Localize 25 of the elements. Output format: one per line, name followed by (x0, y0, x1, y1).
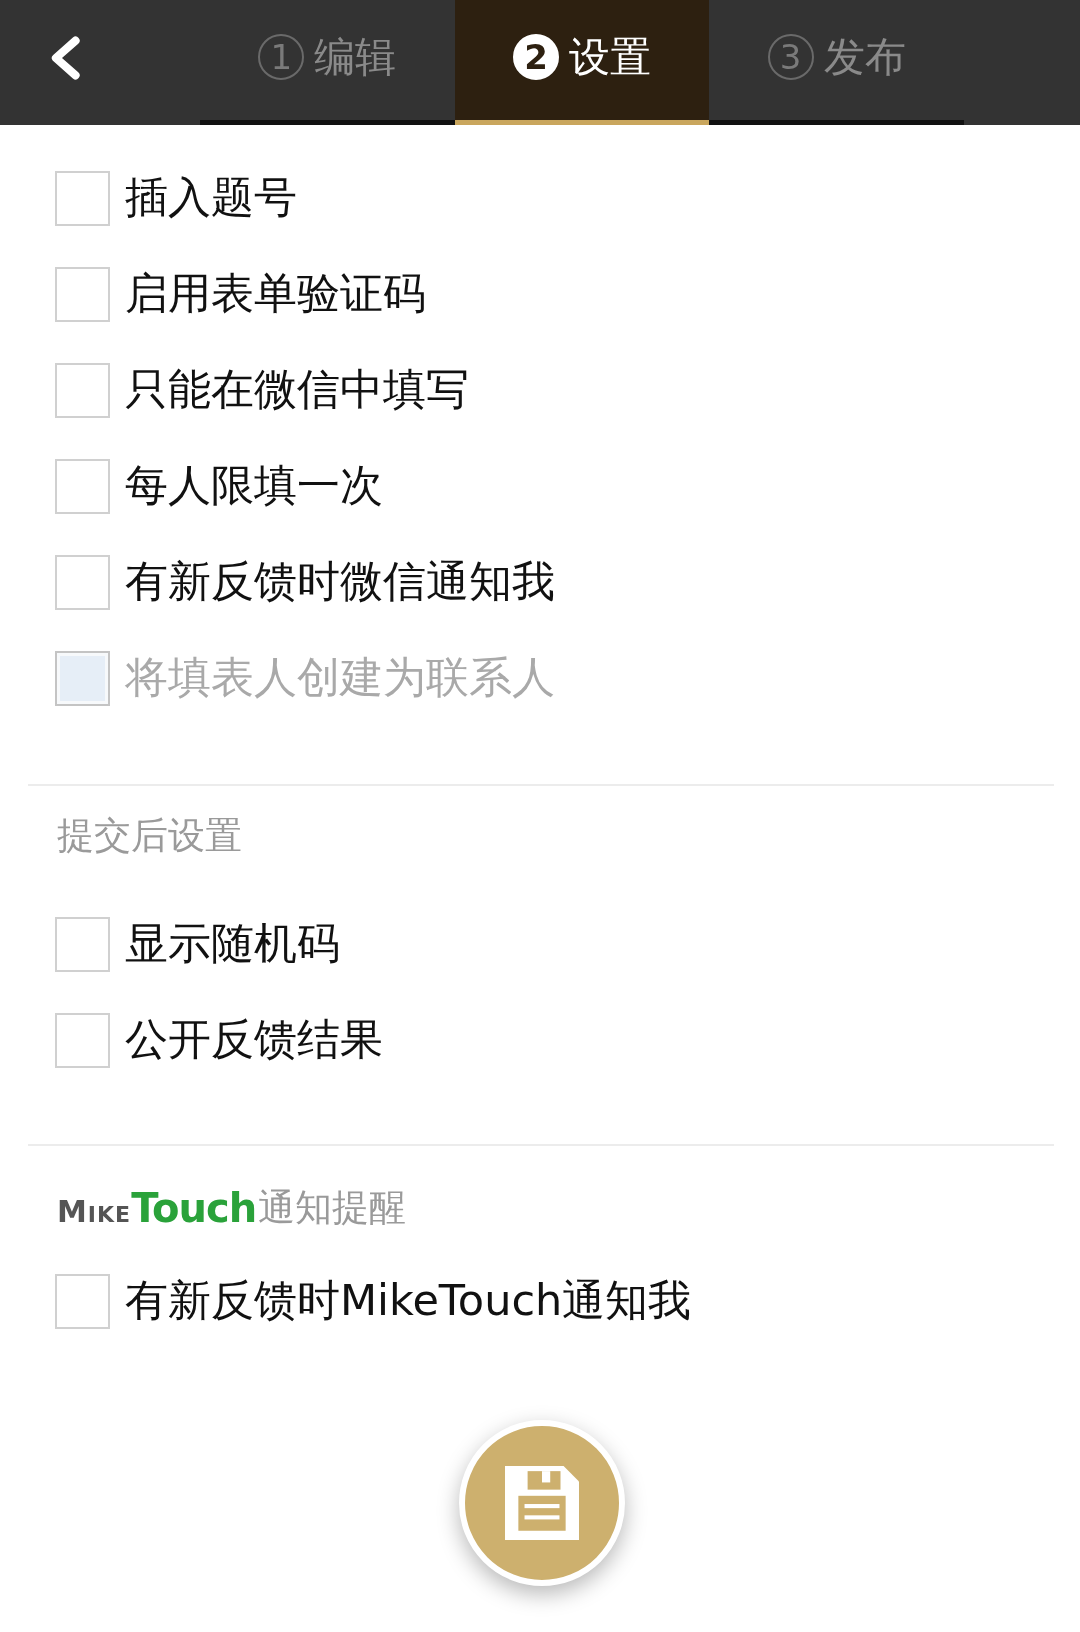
option-label: 每人限填一次 (125, 459, 383, 512)
option-label: 将填表人创建为联系人 (125, 651, 555, 704)
brand-logo: MIKETouch (57, 1188, 257, 1232)
checkbox[interactable] (55, 266, 110, 322)
checkbox[interactable] (55, 458, 110, 514)
option-label: 有新反馈时MikeTouch通知我 (125, 1274, 692, 1327)
section-title: 提交后设置 (57, 813, 242, 859)
checkbox[interactable] (55, 554, 110, 610)
step-number: 3 (767, 34, 814, 80)
checkbox[interactable] (55, 916, 110, 972)
step-tab[interactable]: 2 设置 (454, 0, 710, 125)
save-icon (505, 1466, 579, 1540)
option-label: 插入题号 (125, 171, 297, 224)
checkbox[interactable] (55, 170, 110, 226)
option-label: 公开反馈结果 (125, 1013, 383, 1066)
checkbox[interactable] (55, 1273, 110, 1329)
step-number: 2 (513, 34, 559, 80)
section-title: 通知提醒 (258, 1185, 407, 1231)
checkbox[interactable] (55, 362, 110, 418)
option-label: 显示随机码 (125, 917, 340, 970)
option-label: 只能在微信中填写 (125, 363, 469, 416)
option-label: 启用表单验证码 (125, 267, 426, 320)
step-number: 1 (258, 34, 305, 80)
option-label: 有新反馈时微信通知我 (125, 555, 555, 608)
checkbox[interactable] (55, 1012, 110, 1068)
